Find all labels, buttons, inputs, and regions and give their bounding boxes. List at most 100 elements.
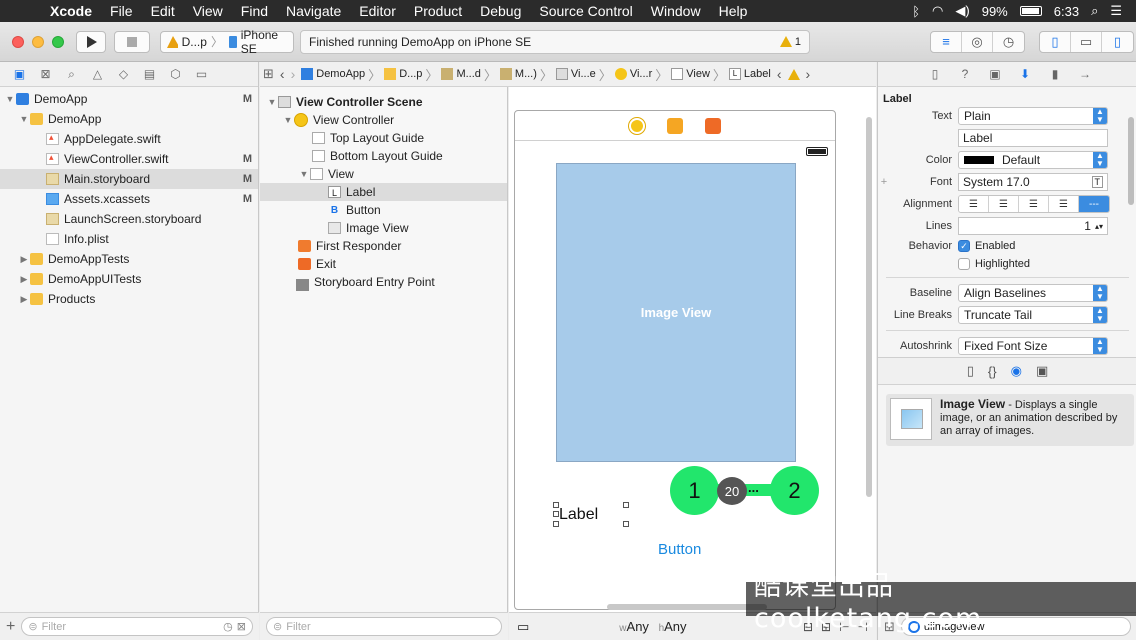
view-controller-icon[interactable] bbox=[629, 117, 645, 134]
align-left-icon[interactable]: ☰ bbox=[959, 196, 989, 212]
symbol-navigator-icon[interactable]: ⊠ bbox=[34, 67, 57, 81]
tree-item-main-storyboard[interactable]: Main.storyboard M bbox=[0, 169, 258, 189]
related-items-icon[interactable]: ⊞ bbox=[260, 66, 277, 82]
tree-item-products[interactable]: ▶ Products bbox=[0, 289, 258, 309]
identity-inspector-icon[interactable]: ▣ bbox=[984, 67, 1006, 81]
outline-view[interactable]: ▼ View bbox=[260, 165, 507, 183]
outline-scene[interactable]: ▼ View Controller Scene bbox=[260, 93, 507, 111]
text-content-field[interactable]: Label bbox=[958, 129, 1108, 147]
menu-window[interactable]: Window bbox=[642, 3, 710, 19]
resize-handle[interactable] bbox=[623, 502, 629, 508]
media-library-icon[interactable]: ▣ bbox=[1036, 363, 1048, 379]
tree-item-launchscreen[interactable]: LaunchScreen.storyboard bbox=[0, 209, 258, 229]
library-item-image-view[interactable]: Image View - Displays a single image, or… bbox=[886, 394, 1134, 446]
forward-icon[interactable]: › bbox=[288, 66, 299, 82]
navigator-filter-input[interactable]: ⊜ Filter ◷ ⊠ bbox=[21, 617, 253, 636]
breadcrumb-scene[interactable]: Vi...e bbox=[553, 68, 599, 80]
menu-help[interactable]: Help bbox=[710, 3, 757, 19]
autoshrink-popup[interactable]: Fixed Font Size ▲ ▼ bbox=[958, 337, 1108, 355]
breakpoint-navigator-icon[interactable]: ⬡ bbox=[164, 67, 187, 81]
disclosure-closed-icon[interactable]: ▶ bbox=[18, 294, 30, 305]
outline-label[interactable]: L Label bbox=[260, 183, 507, 201]
disclosure-open-icon[interactable]: ▼ bbox=[298, 169, 310, 179]
disclosure-open-icon[interactable]: ▼ bbox=[282, 115, 294, 125]
clock[interactable]: 6:33 bbox=[1054, 4, 1079, 19]
menu-product[interactable]: Product bbox=[405, 3, 471, 19]
outline-image-view[interactable]: Image View bbox=[260, 219, 507, 237]
outline-exit[interactable]: Exit bbox=[260, 255, 507, 273]
recent-files-icon[interactable]: ◷ bbox=[223, 620, 233, 633]
resize-handle[interactable] bbox=[553, 502, 559, 508]
connections-inspector-icon[interactable]: → bbox=[1074, 67, 1096, 81]
highlighted-checkbox[interactable] bbox=[958, 258, 970, 270]
tree-item-group[interactable]: ▼ DemoApp bbox=[0, 109, 258, 129]
toggle-navigator-icon[interactable]: ▯ bbox=[1040, 31, 1071, 52]
align-natural-icon[interactable]: --- bbox=[1079, 196, 1109, 212]
resize-handle[interactable] bbox=[623, 521, 629, 527]
test-navigator-icon[interactable]: ◇ bbox=[112, 67, 135, 81]
stop-button[interactable] bbox=[114, 30, 150, 53]
file-template-library-icon[interactable]: ▯ bbox=[967, 363, 974, 379]
toggle-outline-icon[interactable]: ▭ bbox=[517, 619, 529, 635]
standard-editor-icon[interactable]: ≡ bbox=[931, 31, 962, 52]
outline-first-responder[interactable]: First Responder bbox=[260, 237, 507, 255]
debug-navigator-icon[interactable]: ▤ bbox=[138, 67, 161, 81]
outline-filter-input[interactable]: ⊜ Filter bbox=[266, 617, 502, 636]
toggle-utilities-icon[interactable]: ▯ bbox=[1102, 32, 1133, 52]
breadcrumb-storyboard[interactable]: M...d bbox=[438, 68, 483, 80]
outline-button[interactable]: B Button bbox=[260, 201, 507, 219]
find-navigator-icon[interactable]: ⌕ bbox=[60, 67, 83, 82]
warning-icon[interactable] bbox=[785, 68, 803, 80]
breadcrumb-label-item[interactable]: L Label bbox=[726, 68, 774, 80]
file-inspector-icon[interactable]: ▯ bbox=[924, 67, 946, 81]
scm-filter-icon[interactable]: ⊠ bbox=[237, 620, 246, 633]
spotlight-search-icon[interactable]: ⌕ bbox=[1091, 3, 1098, 19]
tree-item-project[interactable]: ▼ DemoApp M bbox=[0, 89, 258, 109]
menu-editor[interactable]: Editor bbox=[350, 3, 405, 19]
vertical-scrollbar[interactable] bbox=[866, 117, 872, 497]
menu-source-control[interactable]: Source Control bbox=[530, 3, 641, 19]
disclosure-closed-icon[interactable]: ▶ bbox=[18, 254, 30, 265]
outline-entry-point[interactable]: Storyboard Entry Point bbox=[260, 273, 507, 291]
issue-navigator-icon[interactable]: △ bbox=[86, 67, 109, 81]
image-view[interactable]: Image View bbox=[556, 163, 796, 462]
menu-navigate[interactable]: Navigate bbox=[277, 3, 350, 19]
outline-top-layout-guide[interactable]: Top Layout Guide bbox=[260, 129, 507, 147]
code-snippet-library-icon[interactable]: {} bbox=[988, 364, 997, 379]
tree-item-assets[interactable]: Assets.xcassets M bbox=[0, 189, 258, 209]
tree-item-appdelegate[interactable]: AppDelegate.swift bbox=[0, 129, 258, 149]
view-controller-scene[interactable]: Image View Label Button bbox=[514, 110, 836, 610]
align-right-icon[interactable]: ☰ bbox=[1019, 196, 1049, 212]
menu-debug[interactable]: Debug bbox=[471, 3, 530, 19]
attributes-inspector-icon[interactable]: ⬇ bbox=[1014, 67, 1036, 81]
enabled-checkbox[interactable]: ✓ bbox=[958, 240, 970, 252]
previous-issue-icon[interactable]: ‹ bbox=[774, 66, 785, 82]
button-element[interactable]: Button bbox=[658, 541, 701, 558]
storyboard-canvas[interactable]: Image View Label Button bbox=[509, 87, 876, 612]
font-picker-icon[interactable]: T bbox=[1091, 176, 1103, 188]
stepper-icon[interactable]: ▴▾ bbox=[1095, 222, 1103, 231]
color-popup[interactable]: Default ▲ ▼ bbox=[958, 151, 1108, 169]
bluetooth-icon[interactable]: ᛒ bbox=[912, 4, 920, 19]
tree-item-viewcontroller[interactable]: ViewController.swift M bbox=[0, 149, 258, 169]
notification-center-icon[interactable]: ☰ bbox=[1110, 3, 1122, 19]
next-issue-icon[interactable]: › bbox=[803, 66, 814, 82]
disclosure-closed-icon[interactable]: ▶ bbox=[18, 274, 30, 285]
scheme-selector[interactable]: D...p 〉 iPhone SE bbox=[160, 28, 294, 56]
inspector-scrollbar[interactable] bbox=[1128, 117, 1134, 205]
quick-help-icon[interactable]: ? bbox=[954, 67, 976, 81]
run-button[interactable] bbox=[76, 30, 106, 53]
minimize-window-button[interactable] bbox=[32, 35, 44, 48]
size-inspector-icon[interactable]: ▮ bbox=[1044, 67, 1066, 81]
tree-item-uitests[interactable]: ▶ DemoAppUITests bbox=[0, 269, 258, 289]
disclosure-open-icon[interactable]: ▼ bbox=[18, 114, 30, 124]
assistant-editor-icon[interactable]: ◎ bbox=[962, 31, 993, 52]
add-icon[interactable]: + bbox=[6, 618, 15, 636]
object-library-icon[interactable]: ◉ bbox=[1011, 363, 1022, 379]
tree-item-tests[interactable]: ▶ DemoAppTests bbox=[0, 249, 258, 269]
lines-field[interactable]: 1 ▴▾ bbox=[958, 217, 1108, 235]
project-navigator-icon[interactable]: ▣ bbox=[8, 67, 31, 81]
disclosure-open-icon[interactable]: ▼ bbox=[266, 97, 278, 107]
outline-bottom-layout-guide[interactable]: Bottom Layout Guide bbox=[260, 147, 507, 165]
menu-app[interactable]: Xcode bbox=[44, 3, 101, 19]
